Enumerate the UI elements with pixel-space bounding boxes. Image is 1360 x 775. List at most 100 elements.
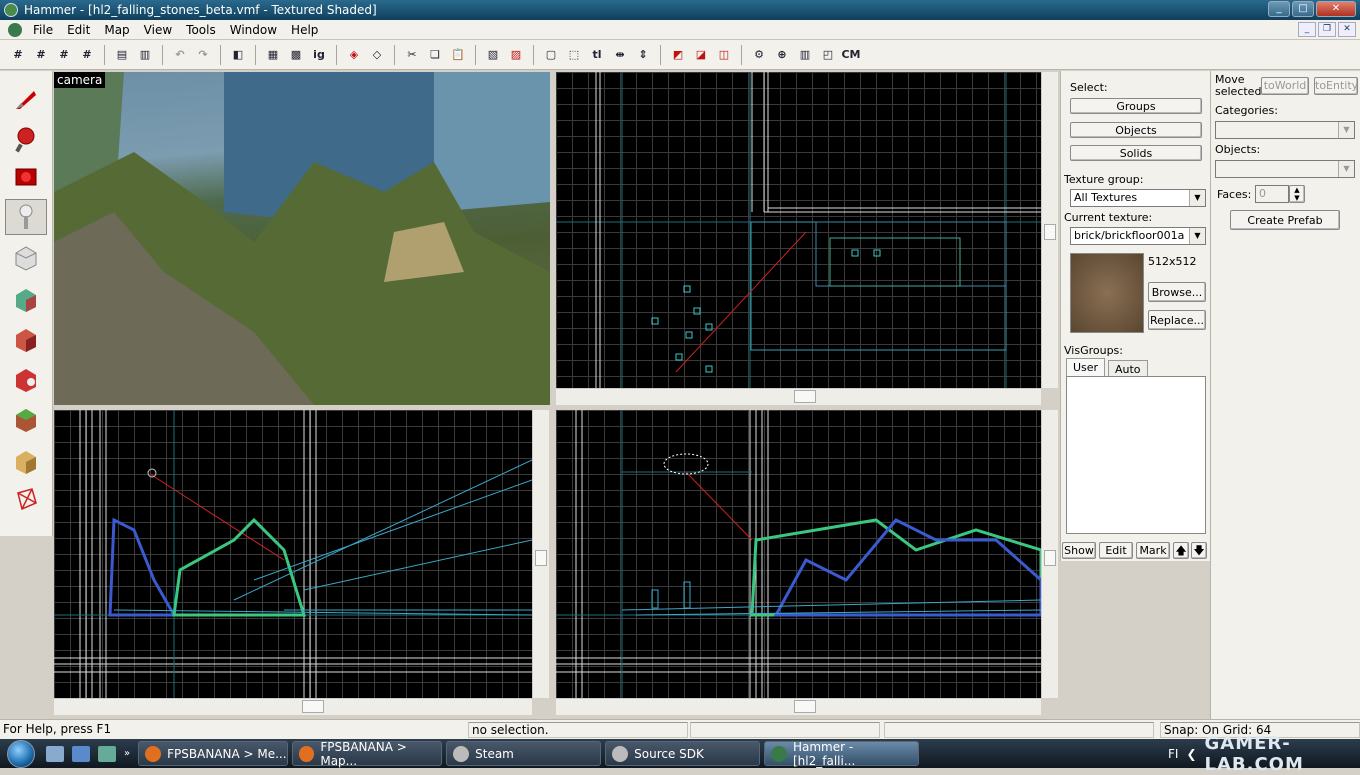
undo-icon[interactable]: ↶ bbox=[170, 45, 190, 65]
vertex-tool-icon[interactable] bbox=[5, 481, 47, 517]
taskbar-item-steam[interactable]: Steam bbox=[446, 741, 602, 766]
menu-map[interactable]: Map bbox=[97, 23, 136, 37]
doc-minimize-button[interactable]: _ bbox=[1298, 22, 1316, 37]
menu-window[interactable]: Window bbox=[223, 23, 284, 37]
menu-view[interactable]: View bbox=[137, 23, 179, 37]
taskbar-item-firefox-1[interactable]: FPSBANANA > Me... bbox=[138, 741, 289, 766]
magnify-tool-icon[interactable] bbox=[5, 121, 47, 157]
group-icon[interactable]: ▤ bbox=[112, 45, 132, 65]
grid-toggle-icon[interactable]: # bbox=[8, 45, 28, 65]
side-2d-viewport[interactable] bbox=[54, 410, 532, 698]
run-map-icon[interactable]: ⚙ bbox=[749, 45, 769, 65]
taskbar-item-hammer[interactable]: Hammer - [hl2_falli... bbox=[764, 740, 920, 768]
menu-file[interactable]: File bbox=[26, 23, 60, 37]
front-2d-viewport[interactable] bbox=[556, 410, 1041, 698]
minimize-button[interactable]: _ bbox=[1268, 1, 1290, 17]
replace-button[interactable]: Replace... bbox=[1148, 310, 1206, 330]
maximize-button[interactable]: □ bbox=[1292, 1, 1314, 17]
grid-smaller-icon[interactable]: # bbox=[54, 45, 74, 65]
hide-unselected-icon[interactable]: ▩ bbox=[286, 45, 306, 65]
menu-edit[interactable]: Edit bbox=[60, 23, 97, 37]
side-view-horizontal-scrollbar[interactable] bbox=[54, 698, 532, 715]
top-view-vertical-scrollbar[interactable] bbox=[1041, 72, 1058, 388]
document-icon[interactable] bbox=[8, 22, 22, 37]
select-box-icon[interactable]: ▢ bbox=[541, 45, 561, 65]
edit-button[interactable]: Edit bbox=[1099, 542, 1133, 559]
browse-button[interactable]: Browse... bbox=[1148, 282, 1206, 302]
grid-larger-icon[interactable]: # bbox=[77, 45, 97, 65]
copy-icon[interactable]: ❏ bbox=[425, 45, 445, 65]
check-map-icon[interactable]: ▥ bbox=[795, 45, 815, 65]
front-view-horizontal-scrollbar[interactable] bbox=[556, 698, 1041, 715]
select-by-handles-icon[interactable]: ⬚ bbox=[564, 45, 584, 65]
quicklaunch-checkmark-icon[interactable] bbox=[46, 745, 64, 762]
texture-lock-icon[interactable]: ▧ bbox=[483, 45, 503, 65]
objects-select[interactable]: ▼ bbox=[1215, 160, 1355, 178]
doc-restore-button[interactable]: ❐ bbox=[1318, 22, 1336, 37]
cordon-icon[interactable]: ◈ bbox=[344, 45, 364, 65]
menu-tools[interactable]: Tools bbox=[179, 23, 223, 37]
faces-input[interactable]: 0 bbox=[1255, 185, 1289, 203]
to-entity-button[interactable]: toEntity bbox=[1314, 77, 1358, 95]
texture-application-icon[interactable] bbox=[5, 281, 47, 317]
to-world-button[interactable]: toWorld bbox=[1261, 77, 1309, 95]
clipping-tool-icon[interactable] bbox=[5, 443, 47, 479]
cordon-edit-icon[interactable]: ◇ bbox=[367, 45, 387, 65]
selection-tool-icon[interactable] bbox=[5, 81, 47, 117]
paste-icon[interactable]: 📋 bbox=[448, 45, 468, 65]
toggle-detail-icon[interactable]: ◪ bbox=[691, 45, 711, 65]
quicklaunch-desktop-icon[interactable] bbox=[72, 745, 90, 762]
grid-3d-icon[interactable]: # bbox=[31, 45, 51, 65]
apply-decals-icon[interactable] bbox=[5, 361, 47, 397]
texture-scale-lock-icon[interactable]: ▨ bbox=[506, 45, 526, 65]
current-texture-select[interactable]: brick/brickfloor001a ▼ bbox=[1070, 227, 1206, 245]
select-solids-button[interactable]: Solids bbox=[1070, 145, 1202, 161]
camera-tool-icon[interactable] bbox=[5, 159, 47, 195]
language-indicator[interactable]: FI bbox=[1168, 747, 1178, 761]
show-button[interactable]: Show bbox=[1062, 542, 1096, 559]
visgroups-list[interactable] bbox=[1066, 376, 1206, 534]
categories-select[interactable]: ▼ bbox=[1215, 121, 1355, 139]
quicklaunch-overflow-icon[interactable]: » bbox=[124, 748, 130, 759]
quicklaunch-switch-windows-icon[interactable] bbox=[98, 745, 116, 762]
apply-overlays-icon[interactable] bbox=[5, 401, 47, 437]
side-view-vertical-scrollbar[interactable] bbox=[532, 410, 549, 698]
cut-icon[interactable]: ✂ bbox=[402, 45, 422, 65]
select-groups-button[interactable]: Groups bbox=[1070, 98, 1202, 114]
tab-user[interactable]: User bbox=[1066, 358, 1106, 376]
flip-vertical-icon[interactable]: ⇕ bbox=[633, 45, 653, 65]
hide-selected-icon[interactable]: ▦ bbox=[263, 45, 283, 65]
block-tool-icon[interactable] bbox=[5, 239, 47, 275]
close-button[interactable]: ✕ bbox=[1316, 1, 1356, 17]
ungroup-icon[interactable]: ▥ bbox=[135, 45, 155, 65]
toggle-texlock-icon[interactable]: tl bbox=[587, 45, 607, 65]
mark-button[interactable]: Mark bbox=[1136, 542, 1170, 559]
start-button[interactable] bbox=[0, 739, 42, 768]
doc-close-button[interactable]: ✕ bbox=[1338, 22, 1356, 37]
faces-spinner[interactable]: ▲ ▼ bbox=[1289, 185, 1305, 203]
top-view-horizontal-scrollbar[interactable] bbox=[556, 388, 1041, 405]
taskbar-item-firefox-2[interactable]: FPSBANANA > Map... bbox=[292, 740, 443, 768]
cm-button[interactable]: CM bbox=[841, 45, 861, 65]
apply-texture-icon[interactable] bbox=[5, 321, 47, 357]
create-prefab-button[interactable]: Create Prefab bbox=[1230, 210, 1340, 230]
carve-icon[interactable]: ◧ bbox=[228, 45, 248, 65]
top-2d-viewport[interactable] bbox=[556, 72, 1041, 388]
front-view-vertical-scrollbar[interactable] bbox=[1041, 410, 1058, 698]
redo-icon[interactable]: ↷ bbox=[193, 45, 213, 65]
toggle-areaportals-icon[interactable]: ◫ bbox=[714, 45, 734, 65]
flip-horizontal-icon[interactable]: ⇹ bbox=[610, 45, 630, 65]
menu-help[interactable]: Help bbox=[284, 23, 325, 37]
move-down-button[interactable]: 🡇 bbox=[1191, 542, 1207, 559]
texture-group-select[interactable]: All Textures ▼ bbox=[1070, 189, 1206, 207]
move-up-button[interactable]: 🡅 bbox=[1173, 542, 1189, 559]
show-connections-icon[interactable]: ◰ bbox=[818, 45, 838, 65]
camera-3d-viewport[interactable]: camera bbox=[54, 72, 550, 405]
entity-tool-icon[interactable] bbox=[5, 199, 47, 235]
ignore-groups-icon[interactable]: ig bbox=[309, 45, 329, 65]
taskbar-item-source-sdk[interactable]: Source SDK bbox=[605, 741, 761, 766]
entity-report-icon[interactable]: ⊕ bbox=[772, 45, 792, 65]
select-objects-button[interactable]: Objects bbox=[1070, 122, 1202, 138]
tray-arrow-icon[interactable]: ❮ bbox=[1186, 747, 1196, 761]
toggle-models-icon[interactable]: ◩ bbox=[668, 45, 688, 65]
